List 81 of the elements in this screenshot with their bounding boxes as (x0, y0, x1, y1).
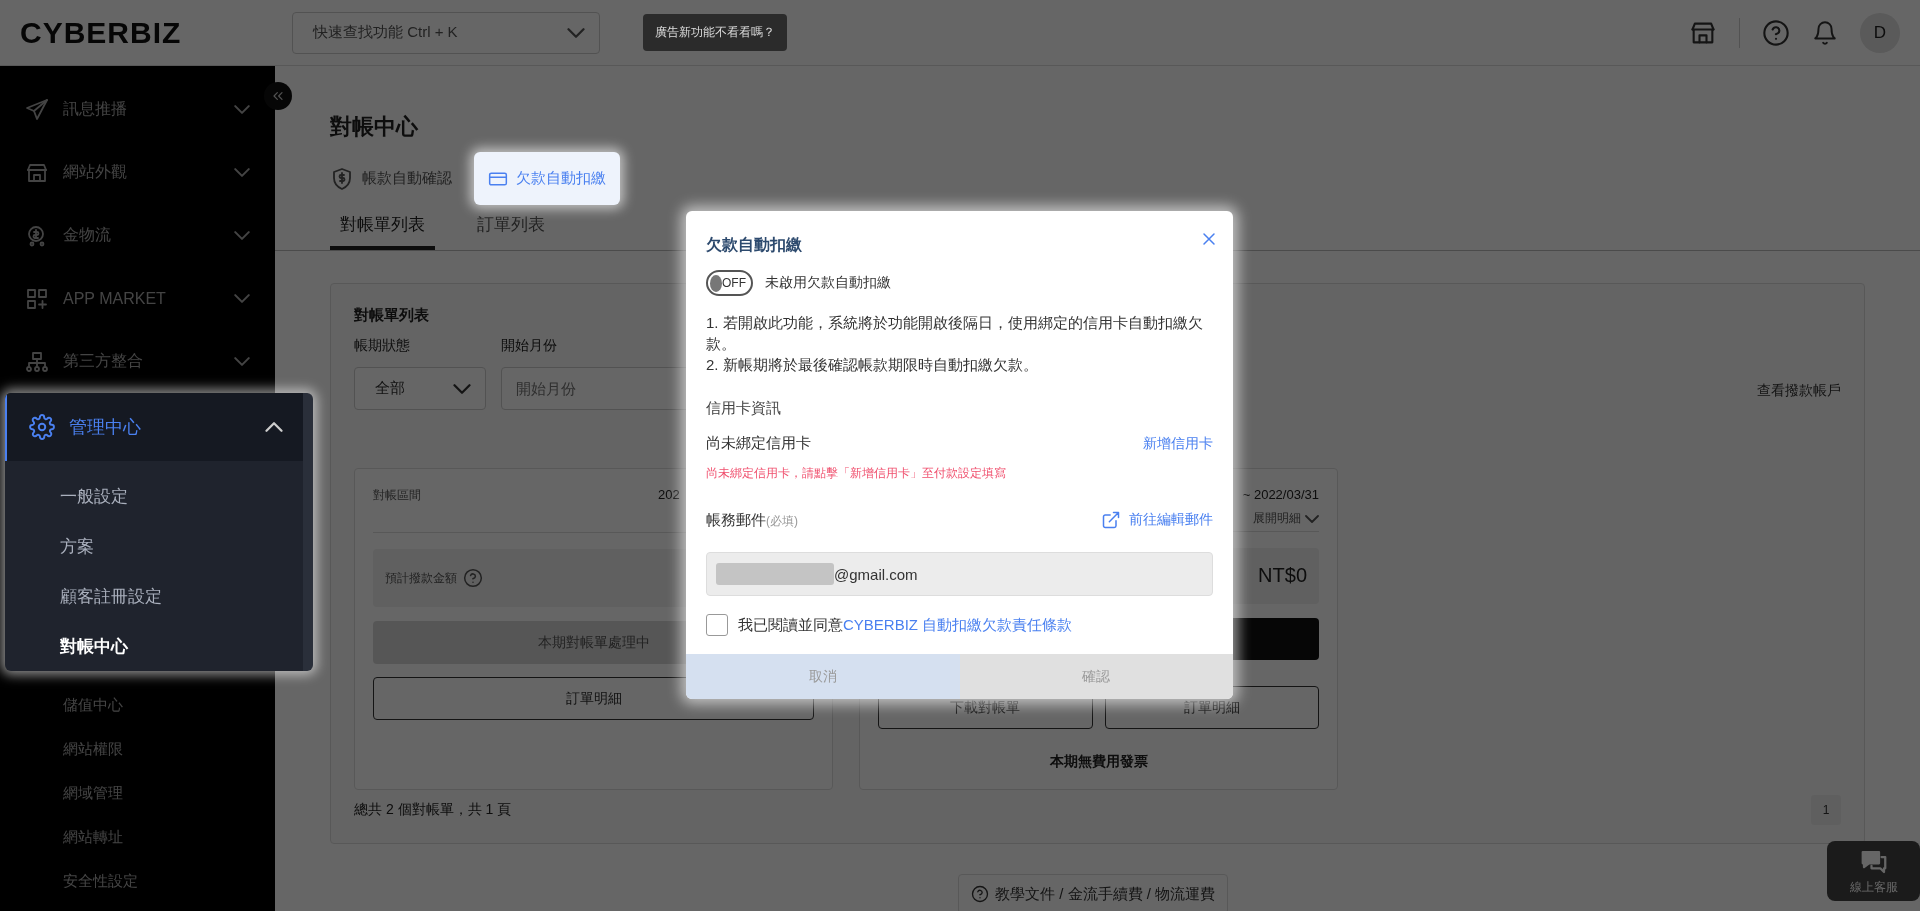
help-icon (463, 568, 483, 588)
user-avatar[interactable]: D (1860, 12, 1900, 53)
toggle-label: 未啟用欠款自動扣繳 (765, 274, 891, 292)
help-icon[interactable] (1762, 18, 1790, 47)
sidebar-label: APP MARKET (63, 289, 166, 308)
submenu-item[interactable]: 顧客註冊設定 (5, 571, 303, 621)
sidebar-menu-header[interactable]: 管理中心 (5, 393, 303, 461)
sidebar-item[interactable]: 第三方整合 (0, 330, 275, 393)
checkbox[interactable] (706, 614, 728, 636)
submenu-item[interactable]: 網站轉址 (0, 815, 275, 859)
submenu-item[interactable]: 網域管理 (0, 771, 275, 815)
chevron-down-icon (234, 294, 250, 303)
feature-tab[interactable]: 欠款自動扣繳 (474, 152, 620, 205)
chevron-down-icon (234, 231, 250, 240)
period-value: ~ 2022/03/31 (1242, 487, 1319, 502)
amount-value: NT$0 (1258, 564, 1307, 588)
paper-plane-icon (25, 97, 49, 122)
sidebar-item[interactable]: APP MARKET (0, 267, 275, 330)
required-note: (必填) (766, 514, 798, 528)
sidebar-item[interactable]: 網站外觀 (0, 141, 275, 204)
submenu-item[interactable]: 方案 (5, 521, 303, 571)
chevron-down-icon (567, 27, 585, 38)
help-link[interactable]: 教學文件 / 金流手續費 / 物流運費 (958, 874, 1228, 911)
edit-email-link[interactable]: 前往編輯郵件 (1101, 510, 1213, 530)
sidebar-label: 金物流 (63, 225, 111, 245)
sidebar-label: 第三方整合 (63, 351, 143, 371)
sidebar-item[interactable]: 訊息推播 (0, 78, 275, 141)
page-button[interactable]: 1 (1811, 795, 1841, 825)
dollar-shield-icon (330, 166, 354, 191)
collapse-button[interactable] (264, 82, 292, 110)
status-select[interactable]: 全部 (354, 367, 486, 410)
period-value: 202 (658, 487, 680, 502)
network-icon (25, 349, 49, 374)
summary-text: 總共 2 個對帳單，共 1 頁 (354, 801, 512, 819)
field-label: 帳務郵件 (706, 511, 766, 528)
gear-icon (29, 414, 55, 440)
promo-tooltip: 廣告新功能不看看嗎？ (643, 14, 787, 51)
submenu-item[interactable]: 儲值中心 (0, 683, 275, 727)
menu-title: 管理中心 (69, 416, 141, 439)
invoice-note: 本期無費用發票 (1048, 753, 1149, 771)
terms-link[interactable]: CYBERBIZ 自動扣繳欠款責任條款 (843, 615, 1073, 633)
feature-tab[interactable]: 帳款自動確認 (330, 152, 466, 205)
search-placeholder: 快速查找功能 Ctrl + K (313, 23, 458, 42)
filter-label: 帳期狀態 (354, 337, 410, 355)
chevron-down-icon (453, 383, 471, 394)
app-grid-icon (25, 286, 49, 311)
bell-icon[interactable] (1812, 19, 1838, 46)
submenu-item[interactable]: 網站權限 (0, 727, 275, 771)
email-field[interactable]: @gmail.com (706, 552, 1213, 596)
note-text: 1. 若開啟此功能，系統將於功能開啟後隔日，使用綁定的信用卡自動扣繳欠款。 (706, 313, 1203, 354)
card-status: 尚未綁定信用卡 (706, 434, 811, 453)
sidebar-label: 訊息推播 (63, 99, 127, 119)
help-icon (971, 885, 989, 903)
submenu-item[interactable]: 安全性設定 (0, 859, 275, 903)
confirm-button[interactable]: 確認 (959, 654, 1233, 699)
dialog-title: 欠款自動扣繳 (706, 235, 803, 255)
sidebar-item[interactable]: 金物流 (0, 204, 275, 267)
account-link[interactable]: 查看撥款帳戶 (1757, 382, 1841, 410)
logo: CYBERBIZ (20, 15, 183, 50)
select-value: 全部 (375, 379, 405, 398)
toggle-switch[interactable]: OFF (706, 270, 753, 296)
chevron-down-icon (1305, 514, 1319, 523)
chevron-down-icon (234, 357, 250, 366)
cancel-button[interactable]: 取消 (686, 654, 960, 699)
page-title: 對帳中心 (330, 113, 419, 141)
add-card-link[interactable]: 新增信用卡 (1143, 434, 1213, 453)
filter-label: 開始月份 (501, 337, 557, 355)
warning-text: 尚未綁定信用卡，請點擊「新增信用卡」至付款設定填寫 (706, 465, 1007, 482)
sidebar-label: 網站外觀 (63, 162, 127, 182)
period-label: 對帳區間 (373, 488, 421, 502)
external-link-icon (1101, 510, 1121, 530)
search-field[interactable]: 快速查找功能 Ctrl + K (292, 11, 600, 54)
submenu-item[interactable]: 對帳中心 (5, 621, 303, 671)
chevron-down-icon (234, 168, 250, 177)
tab[interactable]: 訂單列表 (467, 205, 555, 250)
expand-link[interactable]: 展開明細 (1242, 510, 1319, 527)
tab[interactable]: 對帳單列表 (330, 205, 435, 250)
card-title: 對帳單列表 (354, 306, 429, 325)
email-value: @gmail.com (834, 565, 918, 583)
chevron-down-icon (234, 105, 250, 114)
submenu-item[interactable]: 一般設定 (5, 471, 303, 521)
